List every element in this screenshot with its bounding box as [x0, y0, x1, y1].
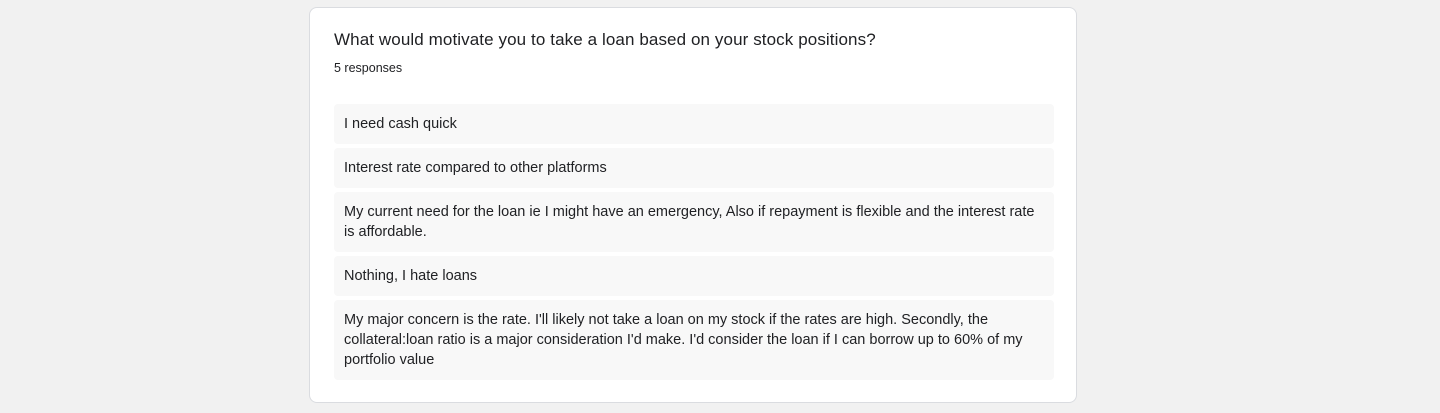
- response-item: I need cash quick: [334, 104, 1054, 144]
- response-count: 5 responses: [334, 61, 403, 75]
- response-item: My major concern is the rate. I'll likel…: [334, 300, 1054, 380]
- question-title: What would motivate you to take a loan b…: [334, 30, 876, 49]
- response-item: Interest rate compared to other platform…: [334, 148, 1054, 188]
- response-list: I need cash quick Interest rate compared…: [334, 104, 1054, 384]
- response-item: Nothing, I hate loans: [334, 256, 1054, 296]
- question-summary-card: What would motivate you to take a loan b…: [309, 7, 1077, 403]
- response-item: My current need for the loan ie I might …: [334, 192, 1054, 252]
